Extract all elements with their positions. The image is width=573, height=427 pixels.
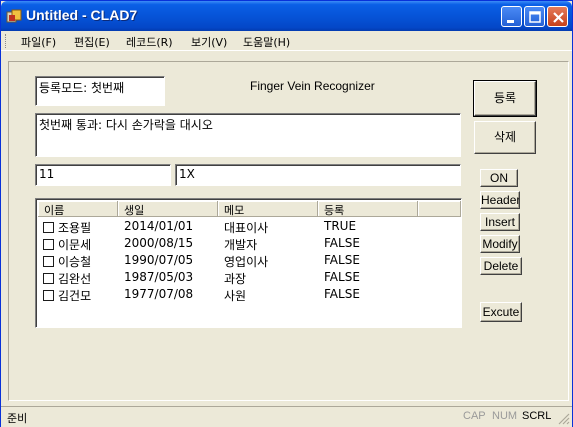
status-scrl: SCRL	[522, 410, 552, 422]
cell-memo: 영업이사	[224, 255, 269, 269]
cell-name: 김완선	[58, 272, 92, 286]
cell-registered: FALSE	[324, 236, 360, 250]
menu-view[interactable]: 보기(V)	[191, 34, 227, 50]
register-button[interactable]: 등록	[473, 80, 537, 117]
cell-birth: 2000/08/15	[124, 236, 194, 250]
column-header-filler	[418, 201, 461, 217]
table-row[interactable]: 김건모 1977/07/08 사원 FALSE	[38, 286, 461, 303]
app-icon[interactable]	[6, 9, 22, 25]
menubar-grip[interactable]	[5, 34, 8, 48]
cell-memo: 사원	[224, 289, 247, 303]
cell-name: 이승철	[58, 255, 92, 269]
row-checkbox[interactable]	[43, 239, 54, 250]
cell-name: 조용필	[58, 221, 92, 235]
cell-memo: 개발자	[224, 238, 258, 252]
cell-birth: 1987/05/03	[124, 270, 194, 284]
on-button[interactable]: ON	[480, 169, 518, 187]
column-header-memo[interactable]: 메모	[218, 201, 318, 217]
main-window: Untitled - CLAD7 파일(F) 편집(E) 레코드(R) 보기(V…	[0, 0, 573, 427]
cell-name: 이문세	[58, 238, 92, 252]
window-title: Untitled - CLAD7	[26, 7, 138, 23]
header-button[interactable]: Header	[480, 191, 520, 209]
insert-button[interactable]: Insert	[480, 213, 520, 231]
minimize-icon	[507, 20, 514, 23]
delete-button[interactable]: 삭제	[474, 121, 536, 154]
cell-memo: 대표이사	[224, 221, 269, 235]
maximize-button[interactable]	[524, 6, 545, 27]
count-field[interactable]: 11	[35, 164, 171, 186]
code-field[interactable]: 1X	[175, 164, 461, 186]
record-list[interactable]: 이름 생일 메모 등록 조용필 2014/01/01 대표이사 TRUE 이문세…	[35, 198, 462, 328]
modify-button[interactable]: Modify	[480, 235, 520, 253]
list-header: 이름 생일 메모 등록	[38, 201, 461, 217]
cell-name: 김건모	[58, 289, 92, 303]
column-header-birth[interactable]: 생일	[118, 201, 218, 217]
status-bar: 준비 CAP NUM SCRL	[1, 406, 572, 427]
cell-registered: FALSE	[324, 270, 360, 284]
row-checkbox[interactable]	[43, 222, 54, 233]
title-bar[interactable]: Untitled - CLAD7	[1, 1, 572, 31]
menu-help[interactable]: 도움말(H)	[243, 34, 290, 50]
message-field[interactable]: 첫번째 통과: 다시 손가락을 대시오	[35, 113, 461, 157]
menu-record[interactable]: 레코드(R)	[126, 34, 173, 50]
cell-birth: 1977/07/08	[124, 287, 194, 301]
row-checkbox[interactable]	[43, 256, 54, 267]
menu-bar: 파일(F) 편집(E) 레코드(R) 보기(V) 도움말(H)	[1, 31, 572, 51]
cell-registered: FALSE	[324, 253, 360, 267]
status-text: 준비	[7, 412, 28, 425]
cell-memo: 과장	[224, 272, 247, 286]
execute-button[interactable]: Excute	[480, 302, 522, 322]
column-header-registered[interactable]: 등록	[318, 201, 418, 217]
delete-record-button[interactable]: Delete	[480, 257, 522, 275]
cell-birth: 1990/07/05	[124, 253, 194, 267]
maximize-icon	[529, 11, 541, 23]
cell-registered: TRUE	[324, 219, 357, 233]
cell-birth: 2014/01/01	[124, 219, 194, 233]
table-row[interactable]: 이승철 1990/07/05 영업이사 FALSE	[38, 252, 461, 269]
menu-file[interactable]: 파일(F)	[21, 34, 56, 50]
close-button[interactable]	[547, 6, 568, 27]
resize-grip-icon[interactable]	[558, 413, 570, 425]
menu-edit[interactable]: 편집(E)	[74, 34, 110, 50]
table-row[interactable]: 김완선 1987/05/03 과장 FALSE	[38, 269, 461, 286]
column-header-name[interactable]: 이름	[38, 201, 118, 217]
table-row[interactable]: 조용필 2014/01/01 대표이사 TRUE	[38, 218, 461, 235]
status-num: NUM	[492, 410, 518, 422]
cell-registered: FALSE	[324, 287, 360, 301]
mode-field[interactable]: 등록모드: 첫번째	[35, 76, 165, 106]
row-checkbox[interactable]	[43, 273, 54, 284]
status-cap: CAP	[463, 410, 486, 422]
app-label: Finger Vein Recognizer	[250, 79, 375, 93]
minimize-button[interactable]	[501, 6, 522, 27]
row-checkbox[interactable]	[43, 290, 54, 301]
table-row[interactable]: 이문세 2000/08/15 개발자 FALSE	[38, 235, 461, 252]
close-icon	[553, 12, 564, 23]
